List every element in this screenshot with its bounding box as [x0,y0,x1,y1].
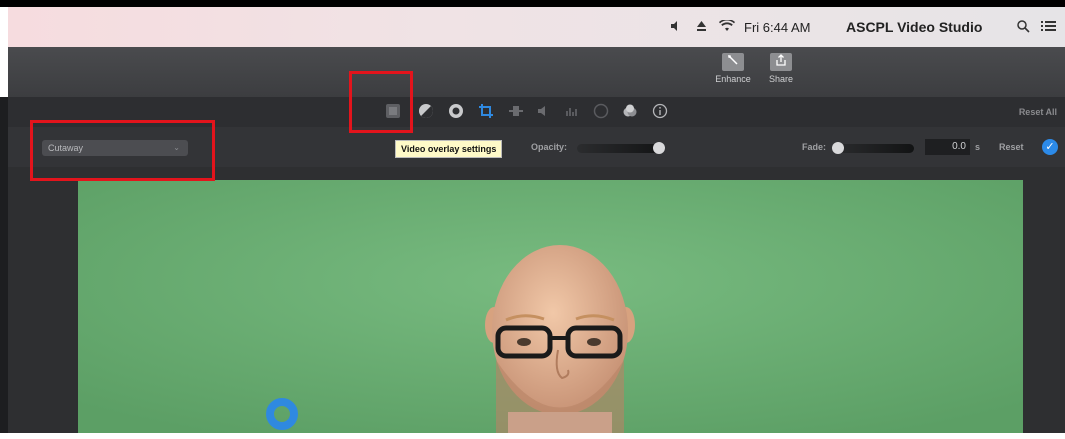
share-button[interactable]: Share [756,53,806,84]
opacity-label: Opacity: [531,142,568,152]
annotation-highlight-mode-select [30,120,215,181]
color-correction-icon[interactable] [448,103,464,124]
eject-icon[interactable] [696,20,707,35]
clip-filter-icon[interactable] [622,103,638,124]
enhance-label: Enhance [715,74,751,84]
stabilization-icon[interactable] [508,103,524,124]
video-frame [78,180,1023,433]
share-icon [770,53,792,71]
fade-unit: s [975,142,981,152]
fade-label: Fade: [802,142,827,152]
reset-all-button[interactable]: Reset All [1019,107,1057,117]
annotation-highlight-overlay-button [349,71,413,133]
loading-spinner-icon [262,394,302,434]
fade-value-field[interactable]: 0.0 [925,139,970,155]
volume-icon[interactable] [670,20,682,35]
app-toolbar: Enhance Share [8,47,1065,98]
fade-slider[interactable] [832,142,914,154]
magic-wand-icon [722,53,744,71]
tooltip: Video overlay settings [395,140,503,158]
volume-adjust-icon[interactable] [536,103,552,124]
wifi-icon[interactable] [719,18,735,35]
top-border [0,0,1065,7]
menu-bar: Fri 6:44 AM ASCPL Video Studio [8,7,1065,47]
fade-slider-knob[interactable] [832,142,844,154]
share-label: Share [768,74,794,84]
search-icon[interactable] [1017,20,1030,36]
app-name[interactable]: ASCPL Video Studio [846,19,982,35]
left-panel-edge [0,97,8,433]
opacity-slider[interactable] [577,142,665,154]
color-balance-icon[interactable] [418,103,434,124]
clip-info-icon[interactable] [652,103,668,124]
checkmark-icon[interactable]: ✓ [1042,139,1058,155]
noise-reduction-icon[interactable] [564,103,580,124]
speed-icon[interactable] [593,103,609,124]
video-preview[interactable] [78,180,1023,433]
enhance-button[interactable]: Enhance [708,53,758,84]
opacity-slider-knob[interactable] [653,142,665,154]
crop-icon[interactable] [478,103,494,124]
clock[interactable]: Fri 6:44 AM [744,20,810,35]
list-icon[interactable] [1041,20,1056,35]
reset-button[interactable]: Reset [999,142,1024,152]
